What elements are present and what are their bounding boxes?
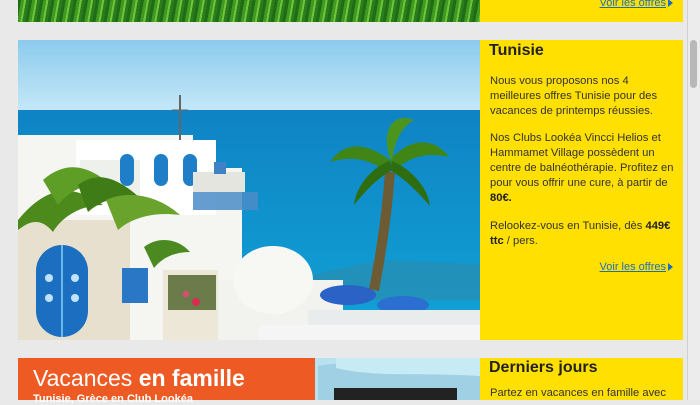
family-vacation-banner[interactable]: Vacances en famille Tunisie, Grèce en Cl… — [18, 358, 315, 405]
top-view-offers-label: Voir les offres — [599, 0, 666, 9]
last-days-panel: Derniers jours Partez en vacances en fam… — [480, 358, 683, 400]
scrollbar-thumb[interactable] — [690, 40, 697, 88]
dark-label-strip — [334, 388, 457, 400]
tunisia-cure-price: 80€. — [490, 192, 512, 204]
top-view-offers-link[interactable]: Voir les offres — [600, 0, 673, 9]
arrow-right-icon — [668, 0, 673, 7]
grass-photo — [18, 0, 480, 22]
tunisia-price-suffix: / pers. — [506, 235, 538, 247]
tunisia-paragraph-price: Relookez-vous en Tunisie, dès 449€ ttc /… — [490, 219, 678, 249]
family-banner-prefix: Vacances — [33, 365, 133, 391]
top-yellow-panel: Voir les offres — [480, 0, 683, 22]
tunisia-price-prefix: Relookez-vous en Tunisie, dès — [490, 220, 643, 232]
tunisia-view-offers-link[interactable]: Voir les offres — [600, 261, 673, 273]
tunisia-paragraph-clubs: Nos Clubs Lookéa Vincci Helios et Hammam… — [490, 131, 678, 206]
tunisia-clubs-text: Nos Clubs Lookéa Vincci Helios et Hammam… — [490, 132, 674, 189]
family-banner-subtitle: Tunisie, Grèce en Club Lookéa — [33, 393, 193, 405]
tunisia-info-panel: Tunisie Nous vous proposons nos 4 meille… — [480, 40, 683, 340]
newsletter-page: Voir les offres Tunisie Nous vous propos… — [0, 0, 700, 405]
tunisia-view-offers-label: Voir les offres — [599, 261, 666, 273]
family-banner-highlight: en famille — [138, 365, 245, 391]
last-days-text: Partez en vacances en famille avec — [490, 387, 666, 399]
vertical-scrollbar[interactable] — [687, 0, 700, 400]
tunisia-photo[interactable] — [18, 40, 480, 340]
arrow-right-icon — [668, 263, 673, 271]
last-days-title: Derniers jours — [489, 359, 598, 376]
sidi-bou-said-illustration — [18, 40, 480, 340]
family-banner-title: Vacances en famille — [33, 365, 245, 392]
tunisia-title: Tunisie — [489, 42, 544, 59]
tunisia-paragraph-offers: Nous vous proposons nos 4 meilleures off… — [490, 75, 658, 117]
